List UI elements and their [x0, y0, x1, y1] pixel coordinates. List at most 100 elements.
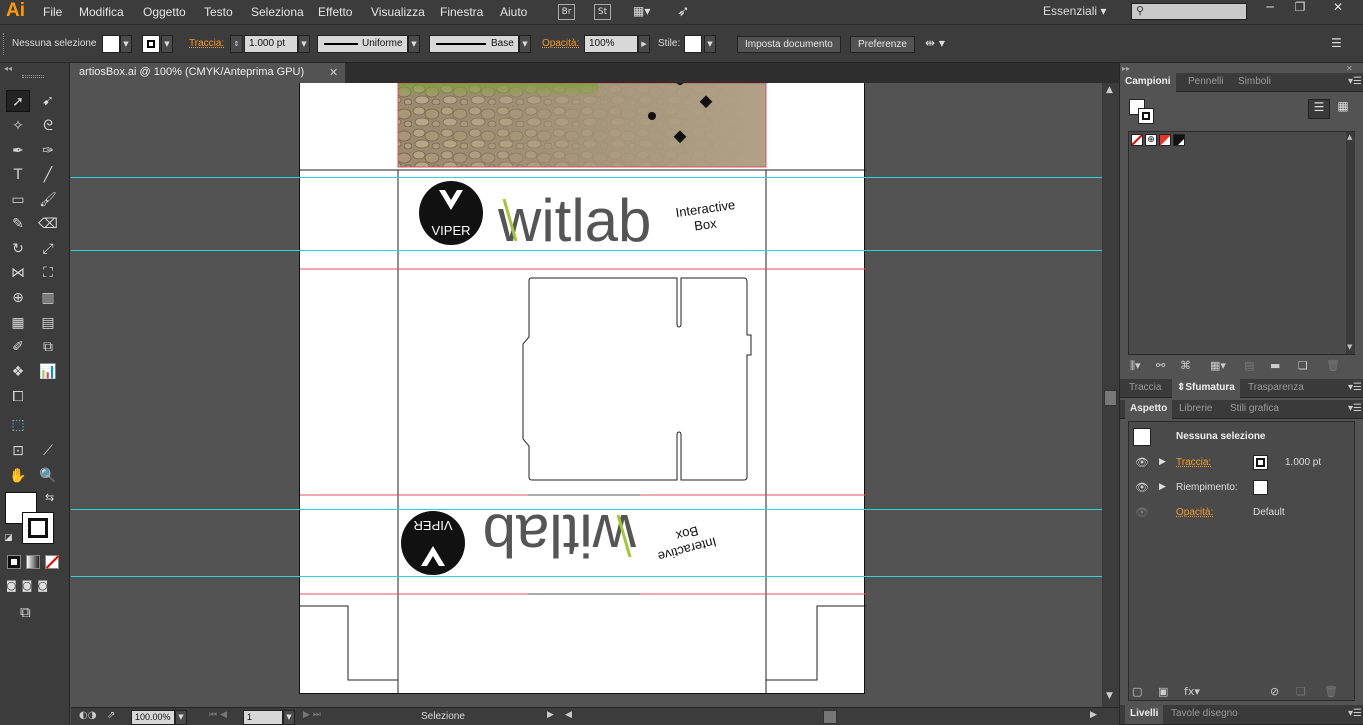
zoom-dropdown[interactable]: ▼: [175, 710, 187, 725]
scroll-left-icon[interactable]: ◀: [565, 710, 572, 720]
stock-button[interactable]: St: [594, 4, 611, 20]
direct-selection-tool-icon[interactable]: ➹: [36, 90, 60, 112]
opacity-slider-toggle[interactable]: ▶: [638, 35, 650, 53]
stroke-color-swatch[interactable]: [22, 512, 54, 544]
swatches-scrollbar[interactable]: ▲ ▼: [1346, 132, 1355, 354]
visibility-eye-icon[interactable]: 👁: [1135, 506, 1149, 519]
tab-tavole-disegno[interactable]: Tavole disegno: [1171, 708, 1238, 719]
add-fill-icon[interactable]: ▣: [1158, 685, 1168, 698]
swatch-options-icon[interactable]: ⌘: [1180, 359, 1191, 372]
new-swatch-icon[interactable]: ❏: [1298, 359, 1308, 372]
close-tab-icon[interactable]: ✕: [329, 66, 338, 79]
expand-triangle-icon[interactable]: ▶: [1159, 482, 1166, 492]
slice-select-tool-icon[interactable]: ⊡: [6, 440, 30, 462]
shape-builder-tool-icon[interactable]: ⊕: [6, 287, 30, 309]
zoom-tool-icon[interactable]: 🔍: [36, 465, 60, 487]
add-effect-icon[interactable]: fx▾: [1184, 685, 1200, 698]
eyedropper-tool-icon[interactable]: ✐: [6, 336, 30, 358]
align-icon[interactable]: ⇹ ▾: [925, 36, 945, 50]
help-search-input[interactable]: ⚲: [1131, 3, 1247, 20]
scroll-up-icon[interactable]: ▲: [1106, 85, 1113, 95]
close-icon[interactable]: ✕: [1326, 0, 1350, 16]
appearance-opacity-label[interactable]: Opacità:: [1176, 507, 1213, 518]
tab-aspetto[interactable]: Aspetto: [1125, 400, 1173, 419]
rectangle-tool-icon[interactable]: ▭: [6, 189, 30, 211]
next-artboard-icon[interactable]: ▶ ⏭: [303, 710, 321, 720]
collapse-icon[interactable]: ◂◂: [4, 64, 12, 73]
opacity-label[interactable]: Opacità:: [542, 38, 579, 49]
curvature-tool-icon[interactable]: ✑: [36, 140, 60, 162]
swatch-options-disabled-icon[interactable]: ▤: [1244, 359, 1254, 372]
menu-testo[interactable]: Testo: [204, 5, 233, 19]
menu-aiuto[interactable]: Aiuto: [500, 5, 527, 19]
first-artboard-icon[interactable]: ⏮ ◀: [209, 710, 227, 720]
scroll-up-icon[interactable]: ▲: [1347, 133, 1352, 141]
drawing-modes-icon[interactable]: ◙◙◙: [6, 579, 64, 595]
panel-menu-icon[interactable]: ☰: [1331, 36, 1342, 50]
width-tool-icon[interactable]: ⋈: [6, 262, 30, 284]
list-view-icon[interactable]: ☰: [1308, 99, 1330, 119]
gradient-tool-icon[interactable]: ▤: [36, 312, 60, 334]
tab-pennelli[interactable]: Pennelli: [1188, 76, 1224, 87]
tab-livelli[interactable]: Livelli: [1125, 705, 1164, 724]
scroll-right-icon[interactable]: ▶: [1090, 710, 1097, 720]
menu-modifica[interactable]: Modifica: [79, 5, 124, 19]
stroke-label[interactable]: Traccia:: [189, 38, 224, 49]
fill-dropdown[interactable]: ▼: [120, 35, 132, 53]
color-mode-icon[interactable]: [7, 555, 21, 569]
stroke-swatch[interactable]: [142, 35, 160, 53]
stroke-panel-menu-icon[interactable]: ▾☰: [1348, 382, 1362, 393]
delete-item-icon[interactable]: 🗑: [1324, 685, 1338, 698]
scroll-thumb[interactable]: [1104, 390, 1117, 406]
collapse-panels-icon[interactable]: ▸▸: [1122, 64, 1130, 73]
tab-stili-grafica[interactable]: Stili grafica: [1230, 403, 1279, 414]
canvas[interactable]: VIPER witlab Interactive Box VIPER witla…: [71, 83, 1102, 707]
scale-tool-icon[interactable]: ⤢: [36, 238, 60, 260]
lasso-tool-icon[interactable]: ᘓ: [36, 115, 60, 137]
guide-line[interactable]: [71, 250, 1102, 251]
appearance-stroke-row[interactable]: 👁 ▶ Traccia: 1.000 pt: [1129, 451, 1354, 475]
visibility-eye-icon[interactable]: 👁: [1135, 481, 1149, 494]
default-colors-icon[interactable]: ◪: [4, 533, 13, 543]
appearance-menu-icon[interactable]: ▾☰: [1348, 403, 1362, 414]
tab-sfumatura[interactable]: ⇕Sfumatura: [1172, 379, 1240, 398]
close-panels-icon[interactable]: ✕: [1346, 64, 1353, 73]
duplicate-item-icon[interactable]: ❏: [1296, 685, 1306, 698]
gradient-mode-icon[interactable]: [26, 555, 40, 569]
appearance-stroke-swatch[interactable]: [1253, 455, 1268, 470]
expand-triangle-icon[interactable]: ▶: [1159, 457, 1166, 467]
graphic-style-swatch[interactable]: [684, 35, 702, 53]
type-tool-icon[interactable]: T: [6, 164, 30, 186]
tab-traccia[interactable]: Traccia: [1129, 382, 1161, 393]
stroke-weight-dropdown[interactable]: ▼: [298, 35, 310, 53]
menu-finestra[interactable]: Finestra: [440, 5, 483, 19]
clear-appearance-icon[interactable]: ⊘: [1270, 685, 1279, 698]
new-folder-icon[interactable]: ▬: [1270, 359, 1280, 372]
profile-dropdown[interactable]: ▼: [408, 35, 420, 53]
magic-wand-tool-icon[interactable]: ✧: [6, 115, 30, 137]
arrange-documents-icon[interactable]: ▦▾: [633, 4, 661, 20]
thumbnail-view-icon[interactable]: ▦: [1332, 99, 1354, 119]
swatches-menu-icon[interactable]: ▾☰: [1348, 76, 1362, 87]
new-color-group-icon[interactable]: ▦▾: [1210, 359, 1226, 372]
artboard[interactable]: VIPER witlab Interactive Box VIPER witla…: [299, 83, 866, 694]
hand-tool-icon[interactable]: ✋: [6, 465, 30, 487]
visibility-eye-icon[interactable]: 👁: [1135, 456, 1149, 469]
tab-simboli[interactable]: Simboli: [1238, 76, 1271, 87]
appearance-stroke-label[interactable]: Traccia:: [1176, 457, 1211, 468]
menu-oggetto[interactable]: Oggetto: [143, 5, 186, 19]
minimize-icon[interactable]: ─: [1258, 0, 1282, 16]
free-transform-tool-icon[interactable]: ⛶: [36, 262, 60, 284]
menu-effetto[interactable]: Effetto: [318, 5, 352, 19]
preferences-button[interactable]: Preferenze: [850, 36, 915, 53]
swatch-white[interactable]: [1159, 134, 1171, 146]
delete-swatch-icon[interactable]: 🗑: [1326, 359, 1340, 372]
restore-icon[interactable]: ❐: [1288, 0, 1312, 16]
swatch-black[interactable]: [1173, 134, 1185, 146]
horizontal-scroll-thumb[interactable]: [823, 710, 837, 724]
zoom-field[interactable]: 100.00%: [131, 710, 175, 725]
menu-seleziona[interactable]: Seleziona: [251, 5, 304, 19]
knife-tool-icon[interactable]: ⟋: [36, 440, 60, 462]
selection-tool-icon[interactable]: ➚: [6, 90, 30, 112]
gpu-rocket-icon[interactable]: ➶: [677, 2, 690, 20]
